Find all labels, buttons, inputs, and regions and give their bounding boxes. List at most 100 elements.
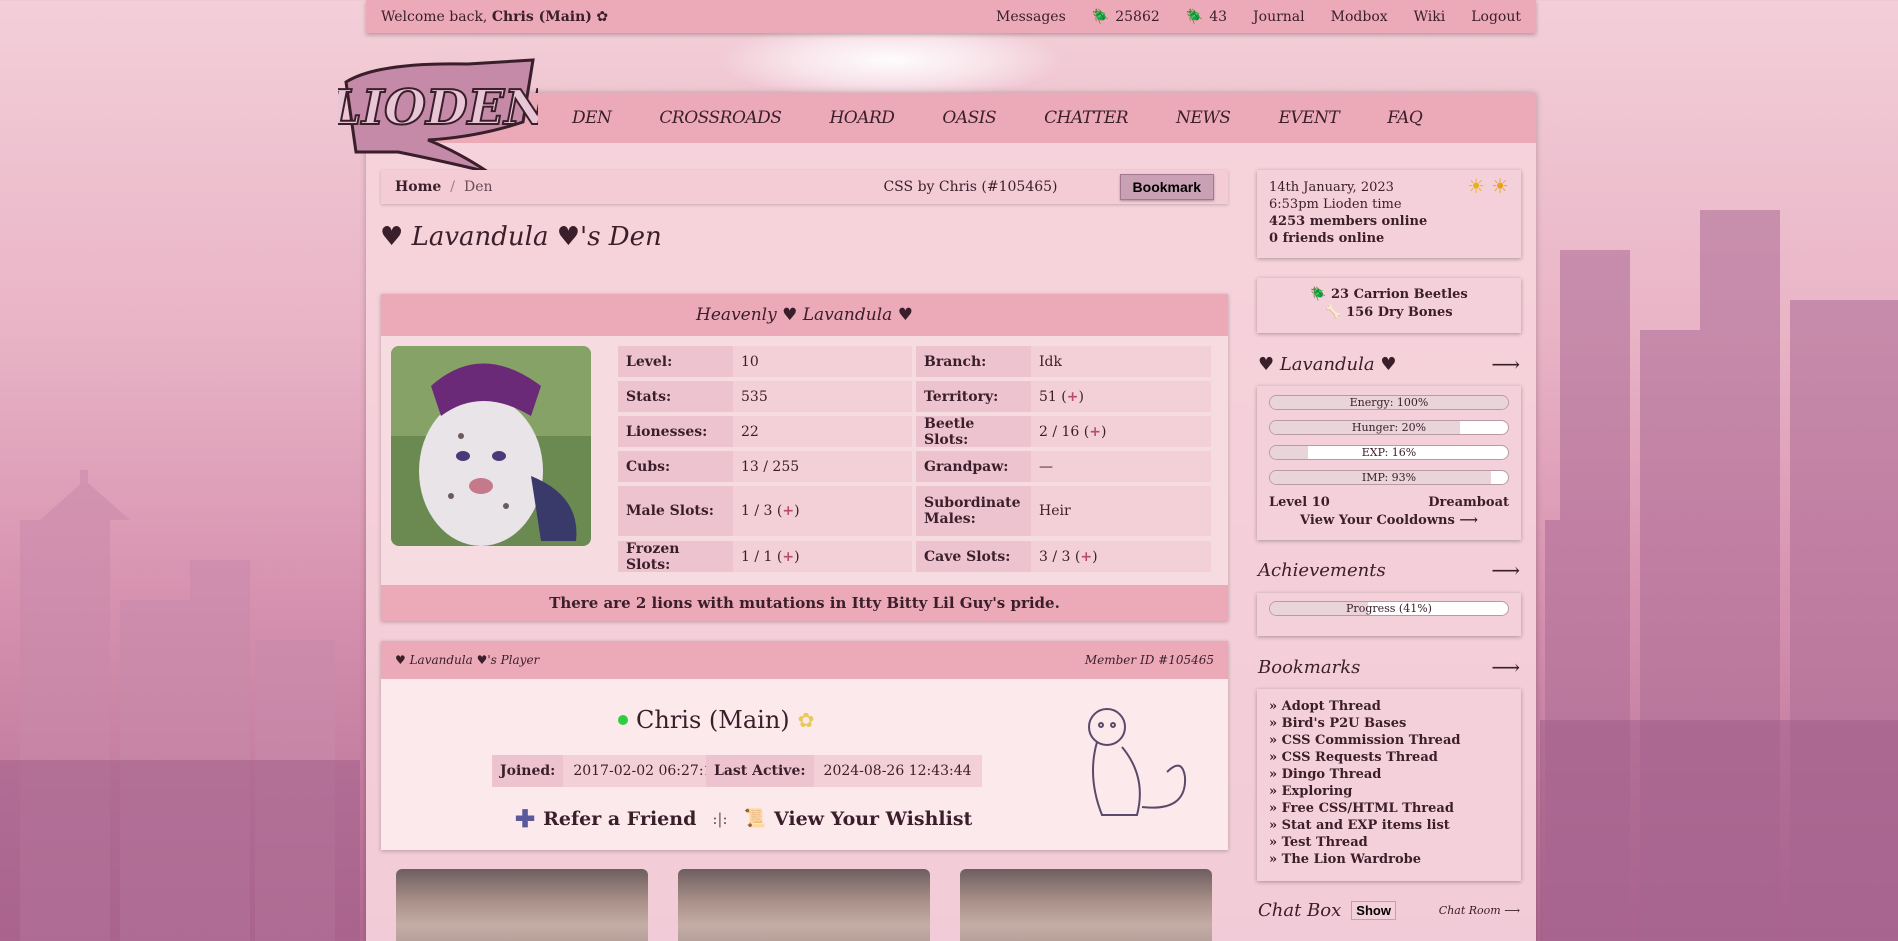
bookmark-item[interactable]: » Free CSS/HTML Thread xyxy=(1269,800,1509,817)
messages-link[interactable]: Messages xyxy=(996,9,1066,25)
bookmark-item[interactable]: » Exploring xyxy=(1269,783,1509,800)
add-beetle-slot-link[interactable]: + xyxy=(1089,424,1101,440)
stat-grandpaw: Grandpaw: — xyxy=(916,451,1211,482)
plus-icon: ✚ xyxy=(515,804,536,833)
wiki-link[interactable]: Wiki xyxy=(1414,9,1446,25)
bookmark-item[interactable]: » Dingo Thread xyxy=(1269,766,1509,783)
nav-oasis[interactable]: OASIS xyxy=(942,108,996,128)
username-link[interactable]: Chris (Main) xyxy=(492,9,592,25)
stat-branch: Branch: Idk xyxy=(916,346,1211,377)
scroll-icon: 📜 xyxy=(743,808,766,829)
hunger-bar: Hunger: 20% xyxy=(1269,420,1509,435)
energy-bar: Energy: 100% xyxy=(1269,395,1509,410)
nav-faq[interactable]: FAQ xyxy=(1387,108,1423,128)
svg-text:LIODEN: LIODEN xyxy=(338,80,538,136)
breadcrumb: Home / Den CSS by Chris (#105465) Bookma… xyxy=(381,170,1228,204)
stat-frozen-slots: Frozen Slots: 1 / 1 (+) xyxy=(618,541,912,573)
wishlist-link[interactable]: 📜 View Your Wishlist xyxy=(744,808,973,830)
chat-show-button[interactable]: Show xyxy=(1351,901,1396,920)
link-divider: :|: xyxy=(712,809,728,828)
level-text: Level 10 xyxy=(1269,495,1330,510)
bookmark-item[interactable]: » Bird's P2U Bases xyxy=(1269,715,1509,732)
members-online[interactable]: 4253 members online xyxy=(1269,213,1509,230)
imp-bar: IMP: 93% xyxy=(1269,470,1509,485)
online-status-icon xyxy=(618,715,628,725)
lion-card: Heavenly ♥ Lavandula ♥ Level: 10 Stats: 53… xyxy=(381,294,1228,621)
player-card: ♥ Lavandula ♥'s Player Member ID #105465… xyxy=(381,641,1228,850)
stat-territory: Territory: 51 (+) xyxy=(916,381,1211,412)
logout-link[interactable]: Logout xyxy=(1471,9,1521,25)
nav-chatter[interactable]: CHATTER xyxy=(1044,108,1128,128)
add-territory-link[interactable]: + xyxy=(1067,389,1079,405)
lioden-logo[interactable]: LIODEN xyxy=(338,52,538,177)
top-bar: Welcome back, Chris (Main) ✿ Messages 🪲 2… xyxy=(366,0,1536,33)
achievement-progress-bar: Progress (41%) xyxy=(1269,601,1509,616)
chat-room-link[interactable]: Chat Room ⟶ xyxy=(1439,904,1520,917)
stat-subordinate-males: Subordinate Males: Heir xyxy=(916,486,1211,536)
bookmark-button[interactable]: Bookmark xyxy=(1119,174,1214,200)
bookmarks-box: » Adopt Thread » Bird's P2U Bases » CSS … xyxy=(1257,689,1521,881)
stat-lionesses: Lionesses: 22 xyxy=(618,416,912,447)
modbox-link[interactable]: Modbox xyxy=(1331,9,1388,25)
cave-thumbnail[interactable] xyxy=(960,869,1212,941)
css-credit[interactable]: CSS by Chris (#105465) xyxy=(883,179,1057,195)
achievements-box: Progress (41%) xyxy=(1257,593,1521,636)
nav-news[interactable]: NEWS xyxy=(1176,108,1231,128)
main-nav: DEN CROSSROADS HOARD OASIS CHATTER NEWS … xyxy=(366,93,1536,143)
nav-event[interactable]: EVENT xyxy=(1278,108,1339,128)
bookmark-item[interactable]: » Adopt Thread xyxy=(1269,698,1509,715)
breadcrumb-home[interactable]: Home xyxy=(395,179,441,195)
last-active-pill: Last Active: 2024-08-26 12:43:44 xyxy=(706,755,982,787)
stat-cave-slots: Cave Slots: 3 / 3 (+) xyxy=(916,541,1211,572)
journal-link[interactable]: Journal xyxy=(1253,9,1305,25)
bookmark-item[interactable]: » Test Thread xyxy=(1269,834,1509,851)
flower-icon: ✿ xyxy=(596,8,609,25)
member-id: Member ID #105465 xyxy=(1084,653,1214,667)
bookmark-item[interactable]: » CSS Commission Thread xyxy=(1269,732,1509,749)
arrow-right-icon[interactable]: ⟶ xyxy=(1491,352,1520,376)
add-male-slot-link[interactable]: + xyxy=(782,503,794,519)
heir-link[interactable]: Heir xyxy=(1031,486,1211,536)
lion-title: Dreamboat xyxy=(1428,495,1509,510)
lion-sidebar-heading: ♥ Lavandula ♥ ⟶ xyxy=(1258,352,1520,376)
nav-den[interactable]: DEN xyxy=(572,108,612,128)
time-box: 14th January, 2023 6:53pm Lioden time 42… xyxy=(1257,170,1521,258)
cave-thumbnail[interactable] xyxy=(678,869,930,941)
blue-beetle-icon: 🪲 xyxy=(1091,8,1110,25)
blue-beetle-counter[interactable]: 🪲 25862 xyxy=(1092,9,1160,25)
refer-friend-link[interactable]: ✚ Refer a Friend xyxy=(515,804,696,833)
stat-cubs: Cubs: 13 / 255 xyxy=(618,451,912,482)
bookmarks-heading: Bookmarks ⟶ xyxy=(1258,655,1520,679)
chat-box-heading: Chat Box Show Chat Room ⟶ xyxy=(1258,900,1520,921)
add-cave-slot-link[interactable]: + xyxy=(1080,549,1092,565)
arrow-right-icon[interactable]: ⟶ xyxy=(1491,655,1520,679)
nav-hoard[interactable]: HOARD xyxy=(829,108,894,128)
flower-icon: ✿ xyxy=(797,708,815,732)
bookmark-item[interactable]: » Stat and EXP items list xyxy=(1269,817,1509,834)
mutation-notice: There are 2 lions with mutations in Itty… xyxy=(381,585,1228,621)
bookmark-item[interactable]: » CSS Requests Thread xyxy=(1269,749,1509,766)
carrion-beetle-icon: 🪲 xyxy=(1310,287,1327,302)
stat-level: Level: 10 xyxy=(618,346,912,377)
nav-crossroads[interactable]: CROSSROADS xyxy=(659,108,782,128)
red-beetle-counter[interactable]: 🪲 43 xyxy=(1186,9,1227,25)
breadcrumb-current: Den xyxy=(464,179,493,195)
achievements-heading: Achievements ⟶ xyxy=(1258,558,1520,582)
sun-icon: ☀ xyxy=(1467,174,1485,198)
cub-sketch xyxy=(1088,708,1187,816)
stat-stats: Stats: 535 xyxy=(618,381,912,412)
add-frozen-slot-link[interactable]: + xyxy=(782,549,794,565)
red-beetle-icon: 🪲 xyxy=(1185,8,1204,25)
arrow-right-icon[interactable]: ⟶ xyxy=(1491,558,1520,582)
friends-online[interactable]: 0 friends online xyxy=(1269,230,1509,247)
bookmark-item[interactable]: » The Lion Wardrobe xyxy=(1269,851,1509,868)
stat-male-slots: Male Slots: 1 / 3 (+) xyxy=(618,486,912,536)
breadcrumb-separator: / xyxy=(450,179,456,195)
player-name[interactable]: Chris (Main) ✿ xyxy=(618,706,814,734)
lion-status-box: Energy: 100% Hunger: 20% EXP: 16% IMP: 9… xyxy=(1257,386,1521,540)
lion-portrait[interactable] xyxy=(391,346,591,546)
player-heading: ♥ Lavandula ♥'s Player xyxy=(395,653,540,667)
cooldowns-link[interactable]: View Your Cooldowns ⟶ xyxy=(1269,513,1509,528)
sun-icon: ☀ xyxy=(1491,174,1509,198)
cave-thumbnail[interactable] xyxy=(396,869,648,941)
